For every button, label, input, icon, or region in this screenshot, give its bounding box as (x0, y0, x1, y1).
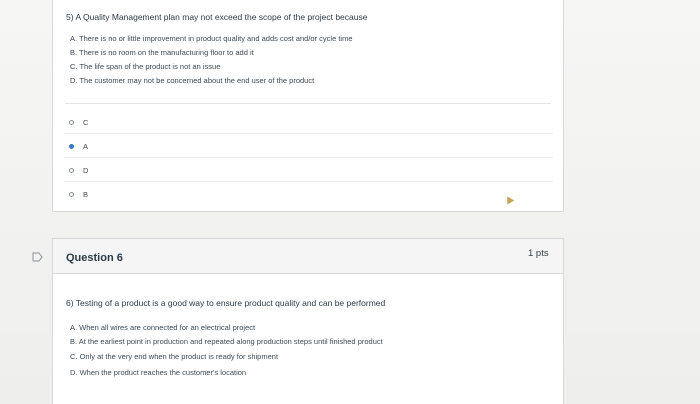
flag-question-icon[interactable] (32, 252, 44, 262)
answer-label: C (83, 117, 89, 127)
radio-button[interactable] (69, 119, 74, 125)
answer-divider (65, 133, 553, 134)
question-5-card: 5) A Quality Management plan may not exc… (52, 0, 564, 212)
answer-label: A (83, 141, 89, 151)
question-6-option-c: C. Only at the very end when the product… (70, 352, 279, 361)
question-6-points: 1 pts (528, 248, 549, 259)
question-5-prompt: 5) A Quality Management plan may not exc… (66, 12, 368, 22)
question-6-card: Question 6 6) Testing of a product is a … (52, 238, 564, 404)
question-6-option-a: A. When all wires are connected for an e… (70, 323, 256, 332)
question-5-option-d: D. The customer may not be concerned abo… (70, 76, 315, 85)
answer-label: D (83, 165, 89, 175)
answer-label: B (83, 189, 89, 199)
answer-choice-d[interactable]: D (69, 163, 88, 177)
answer-choice-c[interactable]: C (69, 115, 88, 129)
quiz-page: 5) A Quality Management plan may not exc… (0, 0, 700, 404)
radio-button-selected[interactable] (69, 143, 74, 149)
question-5-divider (65, 103, 551, 104)
question-5-option-a: A. There is no or little improvement in … (70, 34, 353, 43)
radio-button[interactable] (69, 191, 74, 197)
question-5-option-c: C. The life span of the product is not a… (70, 62, 221, 71)
question-6-option-b: B. At the earliest point in production a… (70, 337, 383, 346)
radio-button[interactable] (69, 167, 74, 173)
answer-divider (65, 181, 553, 182)
question-6-option-d: D. When the product reaches the customer… (70, 368, 247, 377)
question-5-option-b: B. There is no room on the manufacturing… (70, 48, 254, 57)
answer-choice-a[interactable]: A (69, 139, 88, 153)
question-6-prompt: 6) Testing of a product is a good way to… (66, 298, 386, 308)
question-6-title: Question 6 (66, 252, 123, 264)
question-6-header: Question 6 (53, 239, 563, 274)
answer-divider (65, 157, 553, 158)
answer-choice-b[interactable]: B (69, 187, 88, 201)
